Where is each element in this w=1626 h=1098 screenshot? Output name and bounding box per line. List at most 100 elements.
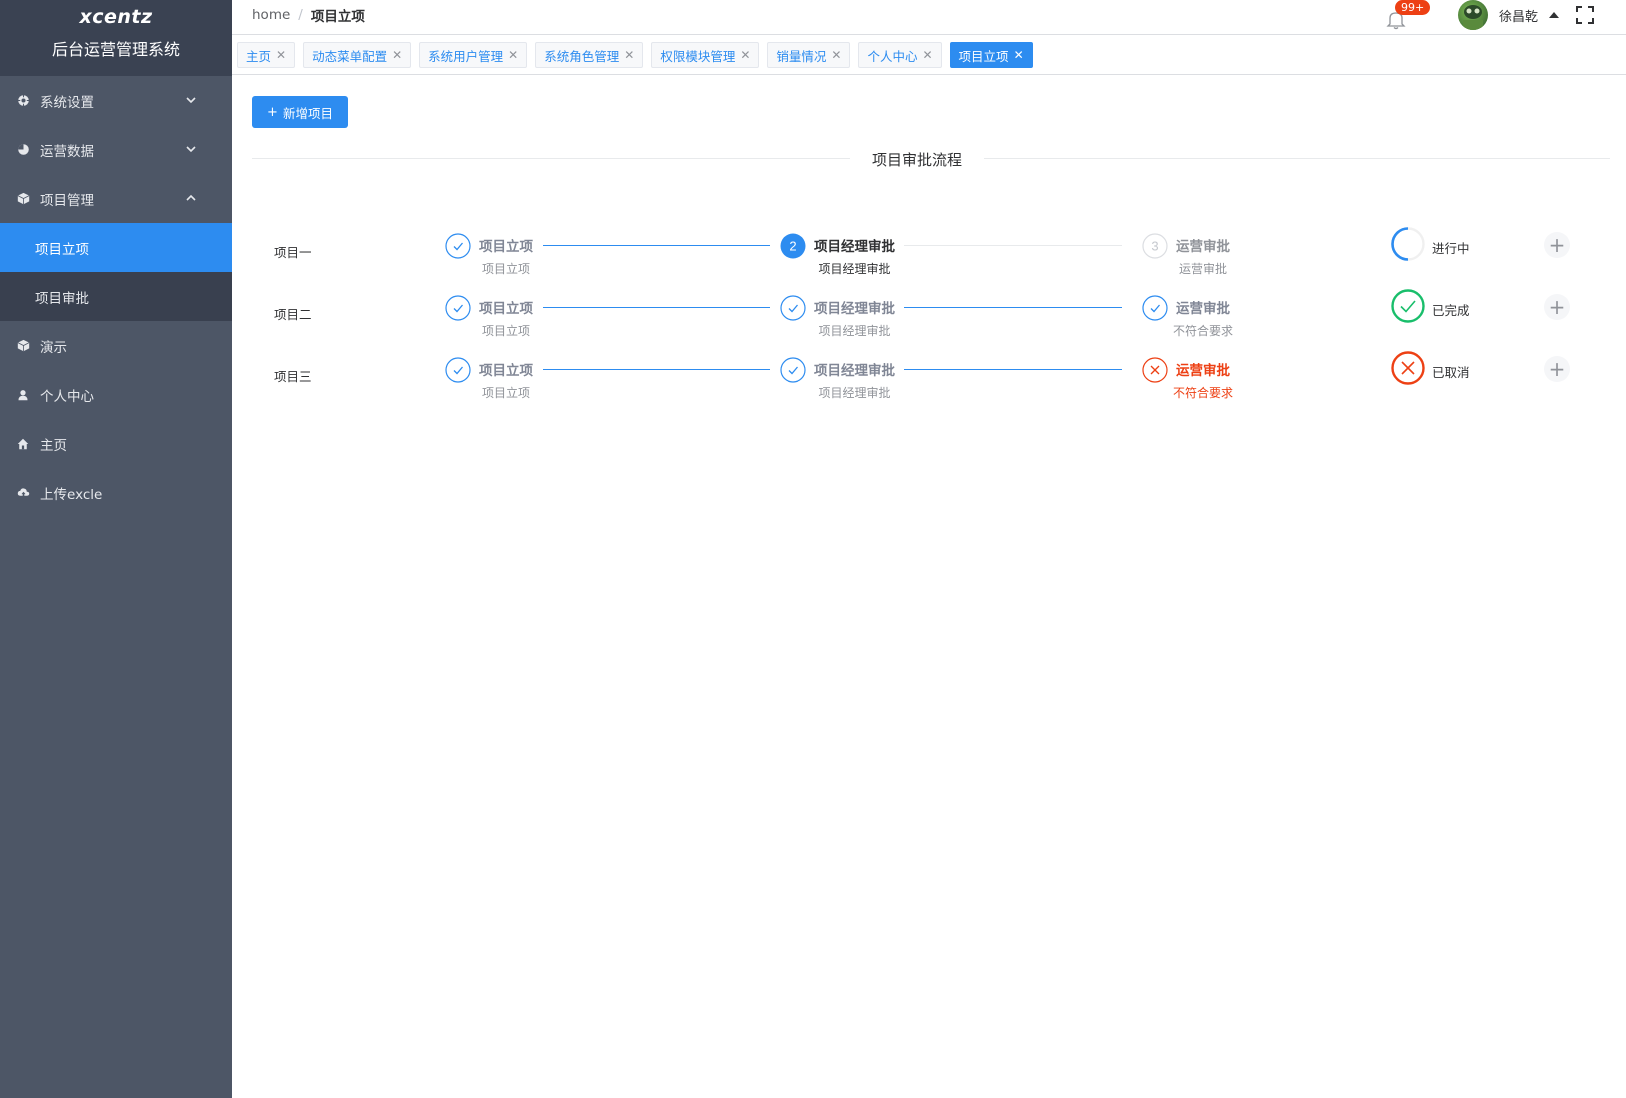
- add-project-label: 新增项目: [282, 105, 333, 121]
- svg-text:2: 2: [789, 239, 796, 254]
- caret-up-icon[interactable]: [1549, 12, 1559, 18]
- tag-label: 动态菜单配置: [312, 48, 388, 64]
- menu-demo[interactable]: 演示: [0, 321, 232, 370]
- close-icon[interactable]: ✕: [508, 48, 518, 62]
- step-description: 项目经理审批: [818, 324, 891, 338]
- add-project-button[interactable]: + 新增项目: [252, 96, 348, 128]
- close-icon[interactable]: ✕: [740, 48, 750, 62]
- close-icon[interactable]: ✕: [276, 48, 286, 62]
- top-header: home / 项目立项 99+ 徐昌乾: [232, 0, 1626, 35]
- step-title: 运营审批: [1176, 239, 1230, 255]
- tag-system-users[interactable]: 系统用户管理 ✕: [419, 42, 528, 68]
- pie-chart-icon: [16, 143, 30, 157]
- expand-button[interactable]: +: [1544, 294, 1570, 320]
- tag-label: 项目立项: [958, 48, 1009, 64]
- menu-label: 个人中心: [40, 388, 94, 405]
- cube-icon: [16, 339, 30, 353]
- menu-operation-data[interactable]: 运营数据: [0, 125, 232, 174]
- step-title: 项目立项: [479, 301, 533, 317]
- person-icon: [16, 388, 30, 402]
- sidebar: xcentz 后台运营管理系统 系统设置 运营数据 项目管理 项目立项 项目审批…: [0, 0, 232, 1098]
- home-icon: [16, 437, 30, 451]
- submenu-project-approval[interactable]: 项目审批: [0, 272, 232, 321]
- check-circle-icon: [445, 357, 471, 383]
- plus-icon: +: [1548, 233, 1566, 257]
- step-connector: [904, 369, 1122, 370]
- status-error-icon: [1390, 350, 1426, 386]
- tag-label: 销量情况: [776, 48, 827, 64]
- brand: xcentz 后台运营管理系统: [0, 0, 232, 76]
- close-icon[interactable]: ✕: [392, 48, 402, 62]
- fullscreen-icon[interactable]: [1575, 5, 1595, 25]
- project-name: 项目三: [274, 369, 312, 384]
- close-icon[interactable]: ✕: [831, 48, 841, 62]
- expand-button[interactable]: +: [1544, 356, 1570, 382]
- gear-icon: [16, 94, 30, 108]
- step-description: 项目经理审批: [818, 262, 891, 276]
- menu-personal-center[interactable]: 个人中心: [0, 370, 232, 419]
- plus-icon: +: [1548, 357, 1566, 381]
- step-number-icon: 2: [780, 233, 806, 259]
- menu-project-management[interactable]: 项目管理: [0, 174, 232, 223]
- menu-system-settings[interactable]: 系统设置: [0, 76, 232, 125]
- avatar[interactable]: [1458, 0, 1488, 30]
- tag-permission-modules[interactable]: 权限模块管理 ✕: [651, 42, 760, 68]
- menu-label: 主页: [40, 437, 67, 454]
- check-circle-icon: [780, 357, 806, 383]
- tag-system-roles[interactable]: 系统角色管理 ✕: [535, 42, 644, 68]
- step-description: 项目立项: [482, 324, 531, 338]
- breadcrumb-current: 项目立项: [310, 9, 365, 25]
- plus-icon: +: [267, 104, 278, 120]
- step-title: 项目经理审批: [814, 301, 895, 317]
- project-status: 已完成: [1432, 303, 1470, 318]
- close-icon[interactable]: ✕: [624, 48, 634, 62]
- section-title: 项目审批流程: [850, 149, 985, 170]
- menu-home[interactable]: 主页: [0, 419, 232, 468]
- step-title: 项目立项: [479, 363, 533, 379]
- close-icon[interactable]: ✕: [1014, 48, 1024, 62]
- step-connector: [904, 307, 1122, 308]
- tag-home[interactable]: 主页 ✕: [237, 42, 296, 68]
- check-circle-icon: [1142, 295, 1168, 321]
- tag-label: 系统角色管理: [544, 48, 620, 64]
- menu-upload-excel[interactable]: 上传excle: [0, 468, 232, 517]
- step-connector: [543, 245, 770, 246]
- submenu-label: 项目审批: [35, 290, 89, 307]
- username[interactable]: 徐昌乾: [1499, 6, 1538, 25]
- plus-icon: +: [1548, 295, 1566, 319]
- notification-badge: 99+: [1395, 0, 1431, 15]
- menu-label: 项目管理: [40, 192, 94, 209]
- status-progress-icon: [1390, 226, 1426, 262]
- check-circle-icon: [445, 233, 471, 259]
- tag-dynamic-menu[interactable]: 动态菜单配置 ✕: [303, 42, 412, 68]
- breadcrumb-separator: /: [298, 7, 303, 23]
- step-description: 运营审批: [1179, 262, 1228, 276]
- step-title: 项目立项: [479, 239, 533, 255]
- step-description: 项目立项: [482, 386, 531, 400]
- check-circle-icon: [780, 295, 806, 321]
- expand-button[interactable]: +: [1544, 232, 1570, 258]
- submenu-project-initiation[interactable]: 项目立项: [0, 223, 232, 272]
- tag-sales[interactable]: 销量情况 ✕: [767, 42, 851, 68]
- cloud-upload-icon: [16, 486, 30, 500]
- tag-personal-center[interactable]: 个人中心 ✕: [858, 42, 942, 68]
- tags-bar: 主页 ✕ 动态菜单配置 ✕ 系统用户管理 ✕ 系统角色管理 ✕ 权限模块管理 ✕ 销量情况…: [232, 36, 1626, 75]
- tag-label: 系统用户管理: [428, 48, 504, 64]
- breadcrumb-home[interactable]: home: [252, 7, 290, 23]
- step-description: 不符合要求: [1173, 386, 1234, 400]
- step-title: 运营审批: [1176, 301, 1230, 317]
- step-title: 运营审批: [1176, 363, 1230, 379]
- brand-logo: xcentz: [79, 6, 153, 28]
- chevron-down-icon: [186, 146, 196, 153]
- project-row: 项目二 项目立项 项目立项 项目经理审批 项目经理审批 运营审批 不符合要求 已完成 +: [232, 289, 1626, 356]
- close-icon[interactable]: ✕: [922, 48, 932, 62]
- step-description: 项目经理审批: [818, 386, 891, 400]
- project-row: 项目三 项目立项 项目立项 项目经理审批 项目经理审批 运营审批 不符合要求 已取消 +: [232, 351, 1626, 418]
- step-title: 项目经理审批: [814, 239, 895, 255]
- cube-icon: [16, 192, 30, 206]
- tag-project-initiation[interactable]: 项目立项 ✕: [949, 42, 1033, 68]
- step-title: 项目经理审批: [814, 363, 895, 379]
- breadcrumb: home / 项目立项: [252, 5, 365, 25]
- tag-label: 个人中心: [867, 48, 918, 64]
- menu-label: 系统设置: [40, 94, 94, 111]
